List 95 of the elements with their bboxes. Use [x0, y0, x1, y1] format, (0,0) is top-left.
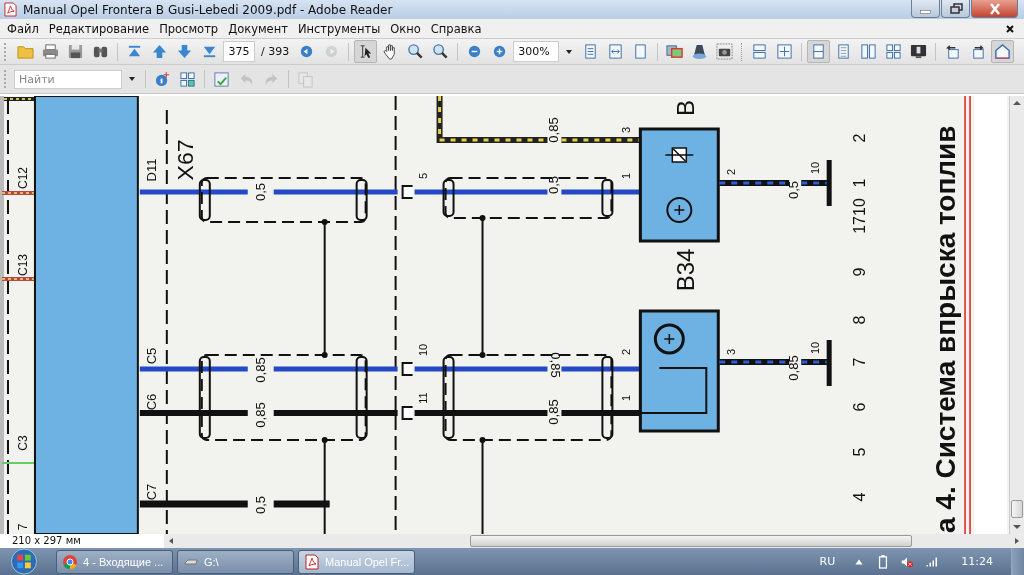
menu-item[interactable]: Файл — [2, 21, 44, 36]
browser-icon — [62, 553, 78, 570]
expand-icon — [776, 43, 794, 61]
pin-label: 1 — [620, 172, 633, 180]
home-icon — [994, 43, 1012, 61]
pdf-icon — [304, 553, 320, 570]
grid-icon — [179, 70, 196, 88]
menu-item[interactable]: Редактирование — [43, 21, 155, 36]
pdf-icon — [4, 2, 17, 18]
pin-label: 2 — [620, 348, 633, 356]
magnifier-icon — [407, 43, 425, 61]
ground-label: 10 — [809, 341, 822, 355]
pin-label: 3 — [620, 126, 633, 134]
wire-size-label: 0,5 — [253, 495, 269, 515]
fit-width-icon — [607, 43, 625, 61]
restore-button[interactable] — [941, 0, 970, 18]
grid-number: 1710 — [851, 198, 869, 234]
down-arrow-icon — [176, 43, 193, 61]
pin-label: C5 — [144, 347, 160, 365]
sensor-label: B — [671, 100, 699, 116]
monitor-icon — [910, 43, 928, 61]
printer-icon — [42, 43, 59, 61]
ground-label: 10 — [809, 161, 822, 175]
column-label: C3 — [16, 435, 31, 451]
column-label: 7 — [16, 523, 31, 531]
magnifier-icon — [432, 43, 450, 61]
read-button[interactable] — [991, 40, 1015, 64]
wire-size-label: 0,85 — [545, 399, 561, 425]
window-title: Manual Opel Frontera B Gusi-Lebedi 2009.pdf - Adobe Reader — [23, 2, 394, 17]
wire-size-label: 0,85 — [785, 355, 801, 381]
wire-size-label: 0,85 — [545, 117, 561, 143]
grid-number: 6 — [851, 402, 869, 412]
grid-number: 5 — [851, 447, 869, 457]
scroll-thumb[interactable] — [470, 535, 912, 547]
zoom-field[interactable]: 300% — [513, 41, 560, 63]
pin-label: 10 — [417, 343, 430, 357]
pin-label: 3 — [725, 348, 738, 356]
minimize-icon — [920, 9, 931, 14]
menu-item[interactable]: Документ — [223, 21, 293, 36]
wire-size-label: 0,5 — [545, 175, 561, 195]
menu-item[interactable]: Инструменты — [292, 21, 386, 36]
wire-size-label: 0,5 — [785, 180, 801, 200]
grid-number: 4 — [851, 492, 869, 502]
wire-size-label: 0,85 — [253, 402, 269, 428]
loupe-icon — [691, 43, 709, 61]
caret-icon[interactable] — [566, 49, 573, 54]
page-number-field[interactable]: 375 — [223, 41, 255, 63]
grid-icon — [885, 43, 903, 61]
info-icon — [154, 70, 171, 88]
menu-item[interactable]: Просмотр — [154, 21, 224, 36]
scroll-thumb[interactable] — [1011, 500, 1023, 518]
two-page-icon — [860, 43, 878, 61]
menu-item[interactable]: Справка — [425, 21, 487, 36]
page-size-label: 210 x 297 мм — [0, 534, 164, 548]
up-arrow-icon — [151, 43, 168, 61]
single-button[interactable] — [807, 40, 831, 64]
menu-item[interactable]: Окно — [385, 21, 426, 36]
page-count: / 393 — [260, 45, 291, 59]
spellcheck-icon — [213, 70, 230, 88]
column-label: C12 — [16, 167, 31, 189]
camera-icon — [716, 43, 734, 61]
select-button[interactable] — [354, 40, 378, 64]
pin-label: C6 — [144, 393, 160, 411]
grid-number: 1 — [851, 178, 869, 188]
grid-number: 8 — [851, 315, 869, 325]
sensor-label: B34 — [671, 248, 699, 292]
pictures-icon — [666, 43, 684, 61]
horizontal-scrollbar[interactable] — [164, 534, 1024, 548]
folder-icon — [17, 43, 34, 61]
pin-label: 2 — [725, 168, 738, 176]
pin-label: 1 — [620, 394, 633, 402]
language-indicator[interactable]: RU — [819, 555, 836, 568]
rotate-left-icon — [944, 43, 962, 61]
search-field[interactable]: Найти — [14, 69, 122, 89]
grid-number: 7 — [851, 357, 869, 367]
pin-label: C7 — [144, 483, 160, 501]
diagram-caption: а 4. Система впрыска топлив — [930, 125, 962, 533]
pin-label: 11 — [417, 392, 430, 404]
wire-size-label: 0,85 — [253, 357, 269, 383]
close-icon[interactable] — [1006, 24, 1014, 33]
clock[interactable]: 11:24 — [961, 555, 993, 568]
wire-size-label: 0,5 — [253, 182, 269, 202]
pin-label: D11 — [144, 158, 160, 182]
column-label: C13 — [16, 254, 31, 276]
close-button[interactable] — [971, 0, 1018, 18]
connector-label: X67 — [171, 139, 198, 181]
battery-icon[interactable] — [877, 554, 890, 569]
grid-number: 9 — [851, 267, 869, 277]
grid-number: 2 — [851, 133, 869, 143]
pin-label: 5 — [417, 172, 430, 180]
copy-icon — [297, 70, 314, 88]
split-icon — [751, 43, 769, 61]
caret-icon[interactable] — [129, 77, 135, 82]
vertical-scrollbar[interactable] — [1009, 96, 1024, 534]
minimize-button[interactable] — [911, 0, 940, 18]
